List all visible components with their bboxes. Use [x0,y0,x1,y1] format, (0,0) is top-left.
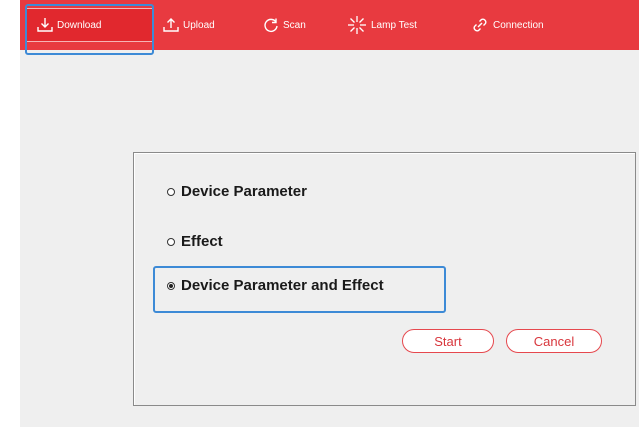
upload-icon [162,16,180,34]
download-button[interactable]: Download [25,8,154,42]
scan-icon [262,16,280,34]
cancel-label: Cancel [533,333,575,349]
lamp-test-label: Lamp Test [371,19,417,31]
start-button[interactable]: Start [402,329,494,353]
start-label: Start [434,333,462,349]
option-effect[interactable]: Effect [167,233,223,250]
option-device-parameter-and-effect[interactable]: Device Parameter and Effect [167,277,384,294]
radio-effect[interactable] [167,237,175,246]
connection-label: Connection [493,19,544,31]
cancel-button[interactable]: Cancel [506,329,602,353]
download-options-dialog: Device Parameter Effect Device Parameter… [133,152,636,406]
option-effect-label: Effect [181,233,223,250]
app-window: Download Upload Scan Lamp Test Connectio… [20,0,639,427]
download-label: Download [57,19,102,31]
download-icon [36,16,54,34]
connection-button[interactable]: Connection [470,8,544,42]
upload-label: Upload [183,19,215,31]
lamp-icon [346,14,368,36]
radio-device-parameter[interactable] [167,187,175,196]
scan-button[interactable]: Scan [262,8,306,42]
link-icon [470,15,490,35]
lamp-test-button[interactable]: Lamp Test [346,8,417,42]
option-device-parameter-and-effect-label: Device Parameter and Effect [181,277,384,294]
option-device-parameter-label: Device Parameter [181,183,307,200]
scan-label: Scan [283,19,306,31]
toolbar: Download Upload Scan Lamp Test Connectio… [20,0,639,50]
option-device-parameter[interactable]: Device Parameter [167,183,307,200]
upload-button[interactable]: Upload [162,8,215,42]
radio-device-parameter-and-effect[interactable] [167,281,175,290]
